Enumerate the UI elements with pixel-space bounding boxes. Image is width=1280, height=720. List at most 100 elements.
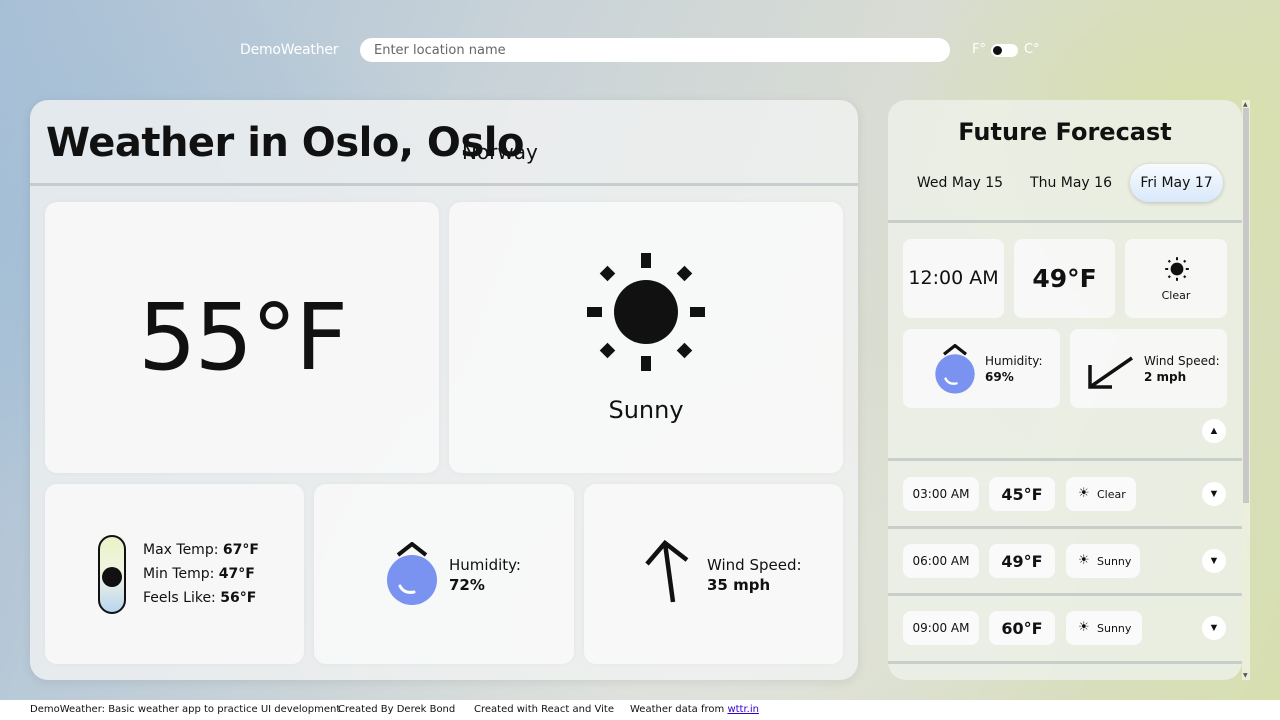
row-condition: Clear xyxy=(1097,488,1126,501)
unit-fahrenheit-label: F° xyxy=(972,42,986,57)
wind-card: Wind Speed: 35 mph xyxy=(584,484,843,664)
wind-arrow-icon xyxy=(645,539,689,603)
divider xyxy=(888,220,1242,223)
tab-thu-may-16[interactable]: Thu May 16 xyxy=(1020,164,1122,202)
location-header: Weather in Oslo, Oslo Norway xyxy=(30,100,858,186)
footer-data-prefix: Weather data from xyxy=(630,704,725,715)
expanded-humidity-card: Humidity: 69% xyxy=(903,329,1060,408)
row-time: 06:00 AM xyxy=(912,554,970,568)
wttr-link[interactable]: wttr.in xyxy=(727,704,759,715)
app-brand[interactable]: DemoWeather xyxy=(240,42,339,58)
expanded-wind-label: Wind Speed: xyxy=(1144,354,1220,368)
sun-icon xyxy=(1165,257,1189,281)
expanded-humidity-info: Humidity: 69% xyxy=(985,353,1043,385)
wind-label: Wind Speed: xyxy=(707,556,802,574)
max-temp-value: 67°F xyxy=(222,542,259,558)
divider xyxy=(888,526,1242,529)
location-search-input[interactable] xyxy=(360,38,950,62)
wind-info: Wind Speed: 35 mph xyxy=(707,555,802,595)
row-condition-pill: ☀ Clear xyxy=(1066,477,1136,511)
row-condition: Sunny xyxy=(1097,555,1132,568)
page-title: Weather in Oslo, Oslo xyxy=(46,120,524,166)
row-time-pill: 06:00 AM xyxy=(903,544,979,578)
humidity-value: 72% xyxy=(449,576,485,594)
thermometer-bulb xyxy=(102,567,122,587)
sun-icon: ☀ xyxy=(1078,553,1090,568)
row-temp-pill: 45°F xyxy=(989,477,1055,511)
collapse-button[interactable]: ▲ xyxy=(1202,419,1226,443)
footer-tech: Created with React and Vite xyxy=(474,704,614,715)
unit-celsius-label: C° xyxy=(1024,42,1040,57)
toggle-knob xyxy=(993,46,1002,55)
scroll-up-icon[interactable]: ▲ xyxy=(1243,101,1248,108)
row-temp: 49°F xyxy=(1001,552,1043,571)
row-time-pill: 09:00 AM xyxy=(903,611,979,645)
expanded-humidity-value: 69% xyxy=(985,370,1014,384)
forecast-scrollbar[interactable] xyxy=(1242,100,1250,680)
country-label: Norway xyxy=(462,140,538,164)
min-temp-value: 47°F xyxy=(218,566,255,582)
min-temp-line: Min Temp: 47°F xyxy=(143,566,255,582)
humidity-card: Humidity: 72% xyxy=(314,484,574,664)
row-time: 09:00 AM xyxy=(912,621,970,635)
divider xyxy=(888,593,1242,596)
condition-card: Sunny xyxy=(449,202,843,473)
scrollbar-thumb[interactable] xyxy=(1243,108,1249,503)
sun-icon: ☀ xyxy=(1078,620,1090,635)
water-drop-icon xyxy=(935,344,975,394)
unit-toggle[interactable] xyxy=(991,44,1018,57)
expanded-time-card: 12:00 AM xyxy=(903,239,1004,318)
expanded-temp: 49°F xyxy=(1032,264,1097,293)
condition-label: Sunny xyxy=(608,396,684,424)
min-temp-label: Min Temp: xyxy=(143,566,215,582)
expanded-temp-card: 49°F xyxy=(1014,239,1115,318)
tab-wed-may-15[interactable]: Wed May 15 xyxy=(909,164,1011,202)
humidity-label: Humidity: xyxy=(449,556,521,574)
wind-value: 35 mph xyxy=(707,576,771,594)
divider xyxy=(888,661,1242,664)
row-temp: 60°F xyxy=(1001,619,1043,638)
row-temp-pill: 60°F xyxy=(989,611,1055,645)
footer: DemoWeather: Basic weather app to practi… xyxy=(0,700,1280,720)
feels-like-label: Feels Like: xyxy=(143,590,216,606)
expanded-wind-value: 2 mph xyxy=(1144,370,1187,384)
current-weather-panel: Weather in Oslo, Oslo Norway 55°F Sunny … xyxy=(30,100,858,680)
expanded-humidity-label: Humidity: xyxy=(985,354,1043,368)
expanded-condition-card: Clear xyxy=(1125,239,1227,318)
expand-button[interactable]: ▼ xyxy=(1202,616,1226,640)
expanded-condition: Clear xyxy=(1161,289,1191,302)
feels-like-line: Feels Like: 56°F xyxy=(143,590,256,606)
row-time-pill: 03:00 AM xyxy=(903,477,979,511)
tab-fri-may-17[interactable]: Fri May 17 xyxy=(1130,164,1223,202)
forecast-title: Future Forecast xyxy=(958,118,1172,146)
footer-author: Created By Derek Bond xyxy=(338,704,456,715)
row-temp: 45°F xyxy=(1001,485,1043,504)
temperature-range-card: Max Temp: 67°F Min Temp: 47°F Feels Like… xyxy=(45,484,304,664)
expanded-wind-card: Wind Speed: 2 mph xyxy=(1070,329,1227,408)
expand-button[interactable]: ▼ xyxy=(1202,482,1226,506)
max-temp-line: Max Temp: 67°F xyxy=(143,542,259,558)
water-drop-icon xyxy=(387,542,437,605)
expanded-time: 12:00 AM xyxy=(908,267,999,289)
sun-icon: ☀ xyxy=(1078,486,1090,501)
humidity-info: Humidity: 72% xyxy=(449,555,521,595)
footer-data-source: Weather data from wttr.in xyxy=(630,704,759,715)
expanded-wind-info: Wind Speed: 2 mph xyxy=(1144,353,1220,385)
footer-about: DemoWeather: Basic weather app to practi… xyxy=(30,704,341,715)
row-time: 03:00 AM xyxy=(912,487,970,501)
divider xyxy=(888,458,1242,461)
row-condition: Sunny xyxy=(1097,622,1132,635)
top-bar: DemoWeather F° C° xyxy=(0,38,1280,64)
future-forecast-panel: Future Forecast Wed May 15 Thu May 16 Fr… xyxy=(888,100,1242,680)
thermometer-icon xyxy=(98,535,126,614)
expand-button[interactable]: ▼ xyxy=(1202,549,1226,573)
max-temp-label: Max Temp: xyxy=(143,542,219,558)
scroll-down-icon[interactable]: ▼ xyxy=(1243,672,1248,679)
row-temp-pill: 49°F xyxy=(989,544,1055,578)
wind-arrow-icon xyxy=(1088,356,1133,389)
feels-like-value: 56°F xyxy=(220,590,257,606)
current-temperature: 55°F xyxy=(138,284,348,391)
current-temperature-card: 55°F xyxy=(45,202,439,473)
sun-icon xyxy=(587,253,705,371)
row-condition-pill: ☀ Sunny xyxy=(1066,611,1142,645)
